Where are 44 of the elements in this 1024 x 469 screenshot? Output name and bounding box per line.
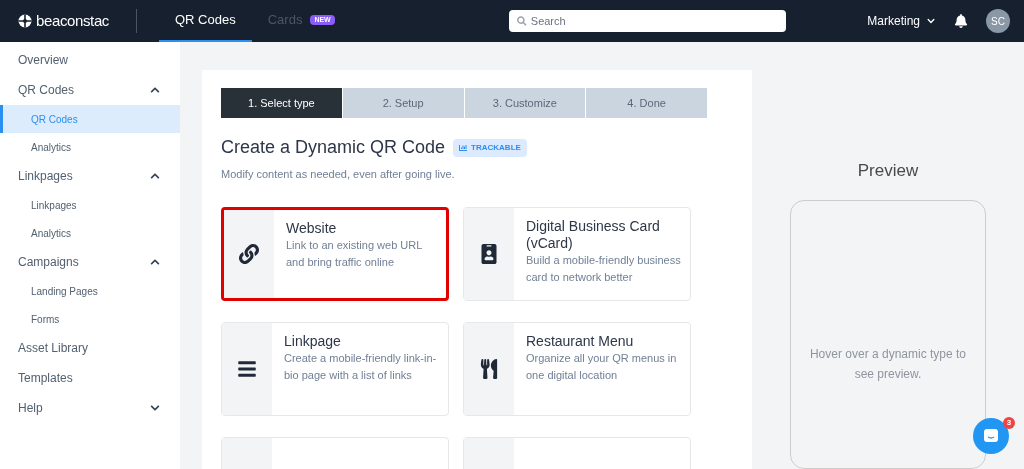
- sidebar-item[interactable]: Templates: [0, 363, 180, 393]
- card-title: Digital Business Card (vCard): [526, 217, 661, 252]
- search-field[interactable]: Search: [509, 10, 787, 32]
- sidebar-item[interactable]: Overview: [0, 45, 180, 75]
- sidebar-item[interactable]: QR Codes: [0, 75, 180, 105]
- workspace-dropdown[interactable]: Marketing: [867, 12, 938, 30]
- card-title: Restaurant Menu: [526, 332, 635, 350]
- link-icon: [239, 243, 259, 264]
- card-description: Create a mobile-friendly link-in-bio page with a list of links: [284, 350, 438, 383]
- sidebar-item[interactable]: Campaigns: [0, 247, 180, 277]
- notification-badge: 3: [1003, 417, 1015, 429]
- sidebar-subitem[interactable]: Landing Pages: [0, 277, 180, 305]
- trackable-badge: TRACKABLE: [453, 138, 527, 157]
- sidebar-item[interactable]: Asset Library: [0, 333, 180, 363]
- search-icon: [517, 16, 527, 26]
- page-subtitle: Modify content as needed, even after going live.: [221, 167, 456, 182]
- sidebar-item[interactable]: Help: [0, 393, 180, 423]
- sidebar-item[interactable]: Linkpages: [0, 161, 180, 191]
- brand-name: beaconstac: [36, 10, 109, 31]
- sidebar-subitem[interactable]: Forms: [0, 305, 180, 333]
- type-card[interactable]: Linkpage Create a mobile-friendly link-in-bio page with a list of links: [221, 321, 449, 416]
- sidebar-subitem[interactable]: Analytics: [0, 219, 180, 247]
- preview-hint: Hover over a dynamic type to see preview.: [808, 346, 968, 384]
- card-title: Linkpage: [284, 332, 342, 350]
- notification-icon[interactable]: [954, 14, 968, 28]
- logo-icon: [18, 14, 32, 28]
- chart-icon: [459, 143, 468, 152]
- id-badge-icon: [479, 243, 499, 264]
- preview-title: Preview: [857, 160, 919, 182]
- search-input[interactable]: Search: [530, 12, 779, 30]
- sidebar-subitem[interactable]: Analytics: [0, 133, 180, 161]
- chat-button[interactable]: [973, 418, 1009, 454]
- card-description: Link to an existing web URL and bring traffic online: [286, 237, 423, 270]
- page-heading: Create a Dynamic QR Code: [221, 136, 446, 159]
- sidebar-subitem[interactable]: Linkpages: [0, 191, 180, 219]
- type-card[interactable]: Restaurant Menu Organize all your QR menus in one digital location: [463, 321, 691, 416]
- menu-icon: [237, 358, 257, 379]
- type-card[interactable]: Website Link to an existing web URL and bring traffic online: [221, 206, 449, 301]
- card-title: Website: [286, 219, 338, 237]
- card-description: Build a mobile-friendly business card to network better: [526, 252, 682, 285]
- card-description: Organize all your QR menus in one digital location: [526, 350, 678, 383]
- fork-knife-icon: [479, 358, 499, 379]
- chat-icon: [983, 428, 999, 444]
- type-card[interactable]: Digital Business Card (vCard) Build a mobile-friendly business card to network better: [463, 206, 691, 301]
